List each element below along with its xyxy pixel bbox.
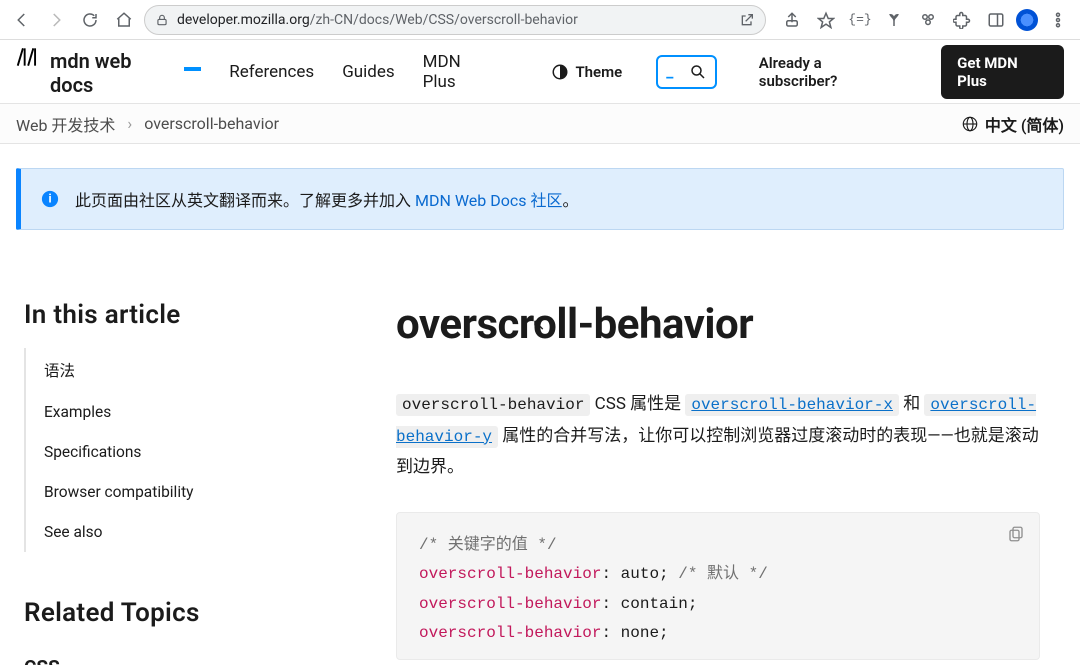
get-mdn-plus-button[interactable]: Get MDN Plus bbox=[941, 45, 1064, 99]
nav-mdn-plus[interactable]: MDN Plus bbox=[423, 52, 496, 92]
toc-item-specs[interactable]: Specifications bbox=[26, 432, 356, 472]
code-line: /* 关键字的值 */ bbox=[419, 531, 1017, 561]
extension-braces-icon[interactable]: {=} bbox=[846, 6, 874, 34]
open-external-icon[interactable] bbox=[739, 12, 755, 28]
toc-item-seealso[interactable]: See also bbox=[26, 512, 356, 552]
side-panel-icon[interactable] bbox=[982, 6, 1010, 34]
browser-toolbar: developer.mozilla.org/zh-CN/docs/Web/CSS… bbox=[0, 0, 1080, 40]
related-topics-heading: Related Topics bbox=[24, 598, 356, 628]
url-text: developer.mozilla.org/zh-CN/docs/Web/CSS… bbox=[177, 12, 731, 28]
in-this-article-heading: In this article bbox=[24, 300, 356, 330]
code-line: overscroll-behavior: none; bbox=[419, 619, 1017, 649]
toc-item-syntax[interactable]: 语法 bbox=[26, 348, 356, 392]
banner-text: 此页面由社区从英文翻译而来。了解更多并加入 MDN Web Docs 社区。 bbox=[75, 187, 578, 211]
page-body: i 此页面由社区从英文翻译而来。了解更多并加入 MDN Web Docs 社区。… bbox=[0, 144, 1080, 665]
reload-button[interactable] bbox=[76, 6, 104, 34]
extension-plant-icon[interactable] bbox=[880, 6, 908, 34]
code-block: /* 关键字的值 */ overscroll-behavior: auto; /… bbox=[396, 512, 1040, 660]
breadcrumb-sep: › bbox=[127, 114, 132, 133]
translation-banner: i 此页面由社区从英文翻译而来。了解更多并加入 MDN Web Docs 社区。 bbox=[16, 168, 1064, 230]
language-selector[interactable]: 中文 (简体) bbox=[961, 112, 1064, 136]
extensions-puzzle-icon[interactable] bbox=[948, 6, 976, 34]
chrome-menu-icon[interactable] bbox=[1044, 6, 1072, 34]
search-icon bbox=[689, 63, 707, 81]
language-label: 中文 (简体) bbox=[985, 112, 1064, 136]
toc: 语法 Examples Specifications Browser compa… bbox=[24, 348, 356, 552]
info-icon: i bbox=[41, 190, 59, 208]
site-header: mdn web docs References Guides MDN Plus … bbox=[0, 40, 1080, 104]
star-icon[interactable] bbox=[812, 6, 840, 34]
lock-icon bbox=[155, 13, 169, 27]
extension-cloud-icon[interactable] bbox=[914, 6, 942, 34]
breadcrumb-bar: Web 开发技术 › overscroll-behavior 中文 (简体) bbox=[0, 104, 1080, 144]
search-button[interactable]: _ bbox=[656, 55, 717, 89]
sidebar: In this article 语法 Examples Specificatio… bbox=[16, 300, 356, 665]
mdn-logo-text: mdn web docs bbox=[50, 49, 174, 97]
mdn-logo-underscore bbox=[184, 67, 201, 71]
banner-link[interactable]: MDN Web Docs 社区 bbox=[415, 191, 562, 210]
theme-toggle[interactable]: Theme bbox=[551, 63, 622, 81]
already-subscriber-link[interactable]: Already a subscriber? bbox=[759, 54, 899, 90]
breadcrumb-current[interactable]: overscroll-behavior bbox=[144, 114, 279, 133]
related-css-link[interactable]: CSS bbox=[24, 656, 356, 665]
article-lede: overscroll-behavior CSS 属性是 overscroll-b… bbox=[396, 389, 1040, 484]
copy-code-button[interactable] bbox=[1007, 525, 1025, 543]
back-button[interactable] bbox=[8, 6, 36, 34]
toc-item-examples[interactable]: Examples bbox=[26, 392, 356, 432]
toc-item-compat[interactable]: Browser compatibility bbox=[26, 472, 356, 512]
mdn-logo[interactable]: mdn web docs bbox=[16, 46, 201, 97]
nav-references[interactable]: References bbox=[229, 62, 314, 82]
profile-avatar[interactable] bbox=[1016, 9, 1038, 31]
code-line: overscroll-behavior: auto; /* 默认 */ bbox=[419, 560, 1017, 590]
home-button[interactable] bbox=[110, 6, 138, 34]
svg-text:i: i bbox=[48, 192, 51, 206]
globe-icon bbox=[961, 115, 979, 133]
mdn-logo-mark bbox=[16, 46, 42, 68]
share-icon[interactable] bbox=[778, 6, 806, 34]
address-bar[interactable]: developer.mozilla.org/zh-CN/docs/Web/CSS… bbox=[144, 5, 766, 35]
theme-label: Theme bbox=[575, 63, 622, 81]
article-main: overscroll-behavior overscroll-behavior … bbox=[396, 300, 1064, 665]
search-underscore: _ bbox=[666, 62, 689, 81]
link-overscroll-x[interactable]: overscroll-behavior-x bbox=[685, 394, 899, 414]
page-title: overscroll-behavior bbox=[396, 300, 1040, 349]
nav-guides[interactable]: Guides bbox=[342, 62, 394, 82]
theme-icon bbox=[551, 63, 569, 81]
breadcrumb-root[interactable]: Web 开发技术 bbox=[16, 112, 115, 136]
lede-code-main: overscroll-behavior bbox=[396, 394, 590, 416]
code-line: overscroll-behavior: contain; bbox=[419, 590, 1017, 620]
forward-button[interactable] bbox=[42, 6, 70, 34]
